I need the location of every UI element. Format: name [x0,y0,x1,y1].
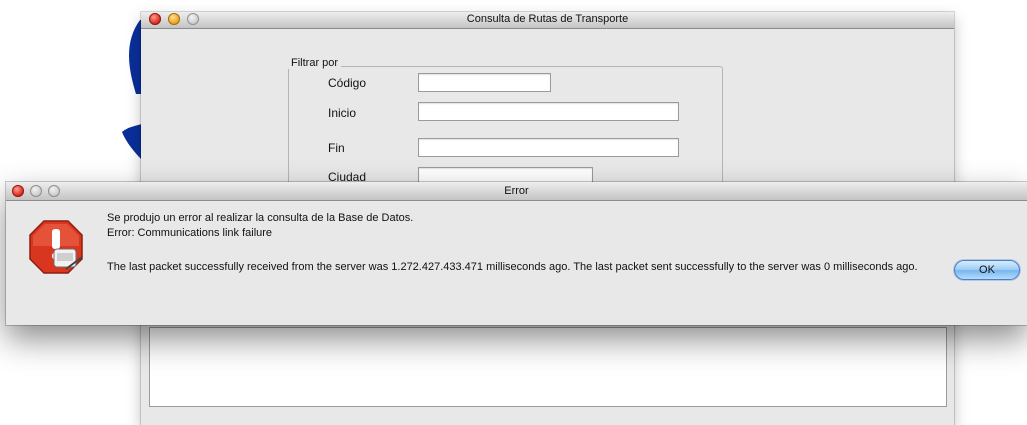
fin-label: Fin [328,141,345,155]
error-dialog-title: Error [504,185,529,197]
codigo-field[interactable] [418,73,551,92]
fin-field[interactable] [418,138,679,157]
error-dialog: Error Se produjo un error al realizar la… [6,182,1027,325]
codigo-label: Código [328,76,367,90]
inicio-label: Inicio [328,106,357,120]
main-window-title-bar[interactable]: Consulta de Rutas de Transporte [141,12,954,29]
error-message-summary: Se produjo un error al realizar la consu… [107,212,414,224]
results-area[interactable] [149,327,947,407]
error-message-packet-info: The last packet successfully received fr… [107,261,918,273]
ok-button[interactable]: OK [954,260,1020,280]
inicio-field[interactable] [418,102,679,121]
filter-legend: Filtrar por [288,57,342,69]
alert-stop-icon [29,220,83,274]
error-dialog-title-bar[interactable]: Error [6,182,1027,201]
error-message-detail: Error: Communications link failure [107,227,273,239]
main-window-title: Consulta de Rutas de Transporte [466,13,629,25]
